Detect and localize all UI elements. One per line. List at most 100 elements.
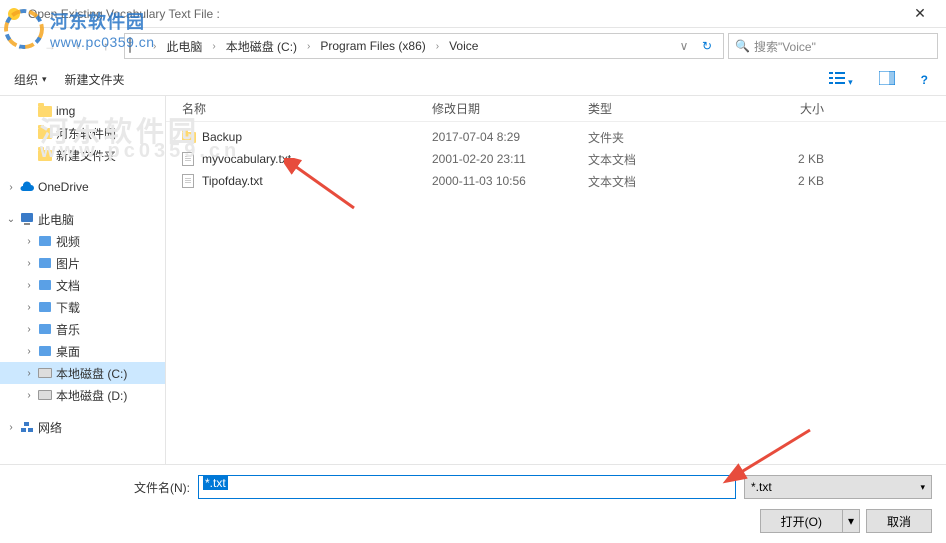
file-row[interactable]: Tipofday.txt2000-11-03 10:56文本文档2 KB [166,170,946,192]
file-row[interactable]: Backup2017-07-04 8:29文件夹 [166,126,946,148]
tree-item-label: 本地磁盘 (D:) [54,387,127,404]
tree-item[interactable]: img [0,100,165,122]
tree-item-label: 下载 [54,299,80,316]
tree-item[interactable]: › 下载 [0,296,165,318]
folder-icon [36,147,54,163]
tree-item-label: 网络 [36,419,62,436]
file-type-filter[interactable]: *.txt ▾ [744,475,932,499]
tree-item[interactable]: › 网络 [0,416,165,438]
breadcrumb[interactable]: › 此电脑 › 本地磁盘 (C:) › Program Files (x86) … [124,33,724,59]
tree-item[interactable]: › 视频 [0,230,165,252]
chevron-right-icon[interactable]: › [149,41,160,52]
lib-icon [36,343,54,359]
sidebar-tree: img 河东软件园新建文件夹 ›OneDrive ⌄此电脑 › 视频 › 图片 › 文档 › 下载 › 音… [0,96,166,464]
expander-icon[interactable]: › [22,258,36,269]
breadcrumb-item[interactable]: Program Files (x86) [316,37,429,55]
lib-icon [36,299,54,315]
tree-item-label: 桌面 [54,343,80,360]
search-icon: 🔍 [735,39,750,53]
expander-icon[interactable]: › [4,182,18,193]
file-row[interactable]: myvocabulary.txt2001-02-20 23:11文本文档2 KB [166,148,946,170]
tree-item-label: 新建文件夹 [54,147,116,164]
lib-icon [36,233,54,249]
file-date: 2000-11-03 10:56 [432,174,588,188]
tree-item-label: 音乐 [54,321,80,338]
nav-recent-button[interactable]: ∨ [64,32,92,60]
file-type: 文件夹 [588,129,744,146]
tree-item-label: 文档 [54,277,80,294]
tree-item-label: 图片 [54,255,80,272]
tree-item[interactable]: › 图片 [0,252,165,274]
preview-pane-button[interactable] [875,67,899,92]
toolbar: 组织▾ 新建文件夹 ▾ ? [0,64,946,96]
breadcrumb-item[interactable]: 本地磁盘 (C:) [222,36,301,57]
expander-icon[interactable]: › [22,280,36,291]
titlebar: Open Existing Vocabulary Text File : ✕ [0,0,946,28]
expander-icon[interactable]: › [22,390,36,401]
tree-item[interactable]: 新建文件夹 [0,144,165,166]
breadcrumb-dropdown[interactable]: ∨ [675,39,693,53]
file-type: 文本文档 [588,173,744,190]
search-placeholder: 搜索"Voice" [754,38,816,55]
tree-item[interactable]: › 文档 [0,274,165,296]
folder-icon [36,103,54,119]
file-size: 2 KB [744,152,844,166]
expander-icon[interactable]: ⌄ [4,214,18,225]
new-folder-button[interactable]: 新建文件夹 [65,71,125,88]
app-icon [6,6,22,22]
nav-forward-button[interactable]: → [36,32,64,60]
close-button[interactable]: ✕ [900,5,940,22]
help-button[interactable]: ? [917,69,932,91]
file-name: Tipofday.txt [202,174,432,188]
window-title: Open Existing Vocabulary Text File : [28,7,900,21]
chevron-right-icon[interactable]: › [432,41,443,52]
col-size[interactable]: 大小 [744,100,844,117]
nav-up-button[interactable]: ↑ [92,32,120,60]
file-date: 2001-02-20 23:11 [432,152,588,166]
tree-item[interactable]: › 音乐 [0,318,165,340]
tree-item-label: 河东软件园 [54,125,116,142]
filename-label: 文件名(N): [14,479,190,496]
folder-icon [182,132,202,143]
search-input[interactable]: 🔍 搜索"Voice" [728,33,938,59]
dialog-footer: 文件名(N): *.txt *.txt ▾ 打开(O) ▾ 取消 [0,464,946,543]
tree-item[interactable]: 河东软件园 [0,122,165,144]
refresh-button[interactable]: ↻ [695,39,719,53]
expander-icon[interactable]: › [22,346,36,357]
col-date[interactable]: 修改日期 [432,100,588,117]
filename-input[interactable]: *.txt [198,475,736,499]
chevron-right-icon[interactable]: › [208,41,219,52]
disk-icon [129,38,145,54]
open-dropdown-button[interactable]: ▾ [842,509,860,533]
chevron-right-icon[interactable]: › [303,41,314,52]
lib-icon [36,255,54,271]
breadcrumb-item[interactable]: 此电脑 [162,36,206,57]
breadcrumb-item[interactable]: Voice [445,37,482,55]
file-type: 文本文档 [588,151,744,168]
expander-icon[interactable]: › [22,236,36,247]
open-button[interactable]: 打开(O) [760,509,842,533]
expander-icon[interactable]: › [4,422,18,433]
pc-icon [18,211,36,227]
file-name: myvocabulary.txt [202,152,432,166]
lib-icon [36,277,54,293]
tree-item[interactable]: ›本地磁盘 (C:) [0,362,165,384]
disk-icon [36,387,54,403]
cancel-button[interactable]: 取消 [866,509,932,533]
col-name[interactable]: 名称 [182,100,432,117]
file-name: Backup [202,130,432,144]
nav-back-button[interactable]: ← [8,32,36,60]
tree-item[interactable]: › 本地磁盘 (D:) [0,384,165,406]
col-type[interactable]: 类型 [588,100,744,117]
tree-item[interactable]: › 桌面 [0,340,165,362]
organize-button[interactable]: 组织▾ [14,71,47,88]
expander-icon[interactable]: › [22,302,36,313]
tree-item[interactable]: ›OneDrive [0,176,165,198]
tree-item-label: 视频 [54,233,80,250]
expander-icon[interactable]: › [22,324,36,335]
expander-icon[interactable]: › [22,368,36,379]
file-date: 2017-07-04 8:29 [432,130,588,144]
tree-item[interactable]: ⌄此电脑 [0,208,165,230]
column-headers: 名称 修改日期 类型 大小 [166,96,946,122]
view-options-button[interactable]: ▾ [825,67,857,92]
